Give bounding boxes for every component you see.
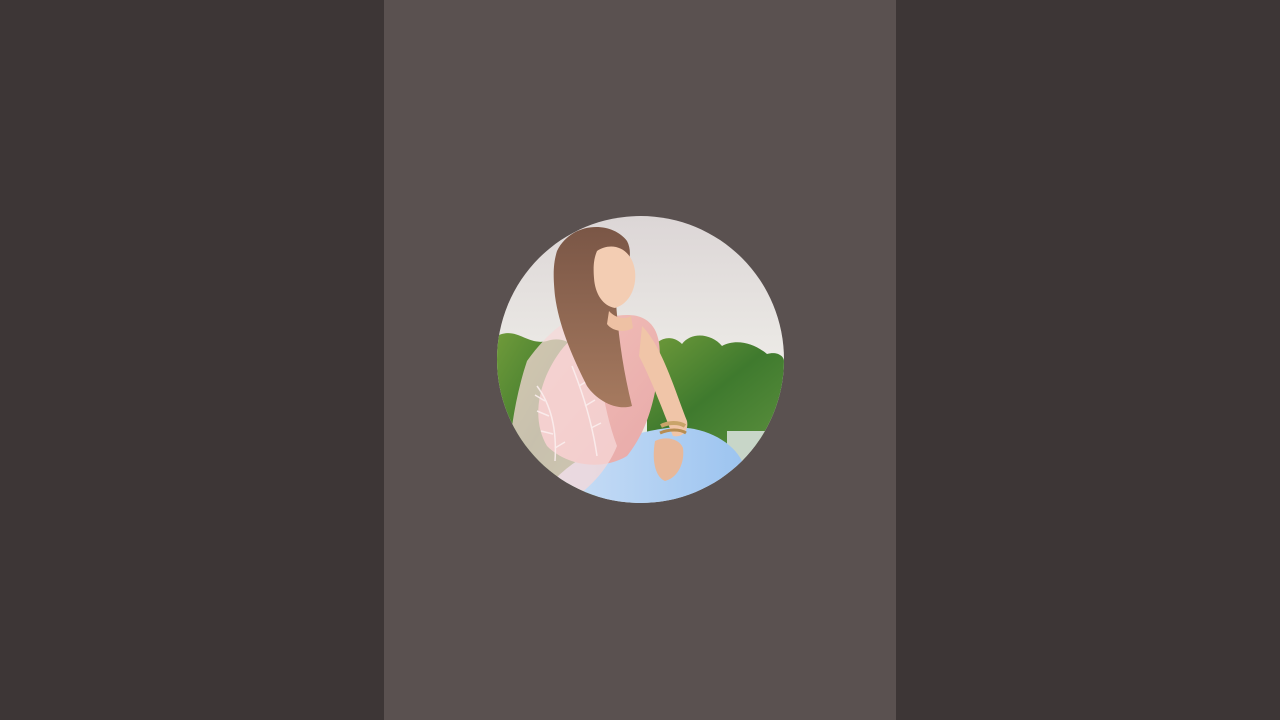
channel-avatar bbox=[497, 216, 784, 503]
right-letterbox bbox=[896, 0, 1280, 720]
avatar-photo-icon bbox=[497, 216, 784, 503]
live-stream-placeholder bbox=[0, 0, 1280, 720]
left-letterbox bbox=[0, 0, 384, 720]
video-frame bbox=[384, 0, 896, 720]
